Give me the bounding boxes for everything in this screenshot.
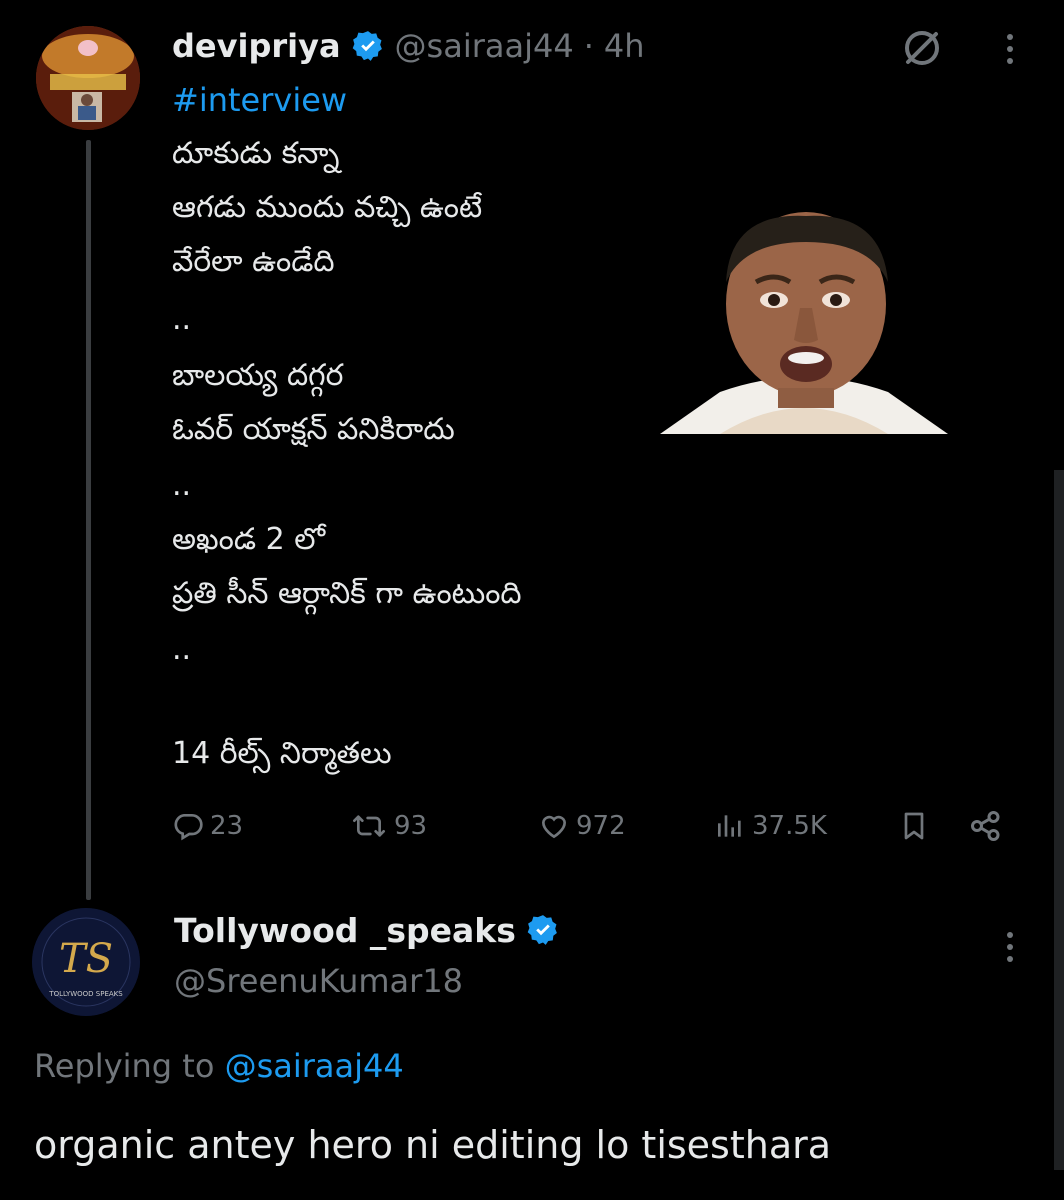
analytics-bars-icon (718, 815, 741, 837)
verified-badge-icon (527, 915, 557, 945)
reply-button[interactable]: 23 (172, 806, 243, 846)
reply-author-handle[interactable]: @SreenuKumar18 (174, 960, 463, 1002)
verified-badge-icon (352, 31, 382, 61)
replying-to-line: Replying to @sairaaj44 (34, 1044, 404, 1088)
grok-slash-icon[interactable] (900, 26, 944, 70)
repost-button[interactable]: 93 (350, 806, 427, 846)
avatar-ring-text: TOLLYWOOD SPEAKS (48, 990, 123, 998)
tweet-text-line: .. (172, 632, 192, 667)
tweet-text-line: ఆగడు ముందు వచ్చి ఉంటే (172, 190, 483, 225)
avatar-image-icon (36, 26, 140, 130)
share-button[interactable] (968, 806, 1004, 846)
like-count: 972 (576, 811, 626, 841)
repost-count: 93 (394, 811, 428, 841)
reply-text: organic antey hero ni editing lo tisesth… (34, 1123, 832, 1167)
scrollbar[interactable] (1054, 470, 1064, 1170)
bookmark-button[interactable] (898, 806, 930, 846)
share-icon (971, 811, 1000, 841)
separator-dot: · (583, 27, 594, 65)
tweet-text-line: బాలయ్య దగ్గర (172, 358, 344, 393)
tweet-text-line: ఓవర్ యాక్షన్ పనికిరాదు (172, 412, 455, 447)
thread-connector-line (86, 140, 91, 900)
more-vertical-icon[interactable] (1006, 34, 1014, 64)
views-button[interactable]: 37.5K (714, 806, 827, 846)
bookmark-icon (904, 812, 924, 840)
tweet-text-line: దూకుడు కన్నా (172, 136, 340, 171)
tweet-text-line: .. (172, 468, 192, 503)
reply-count: 23 (210, 811, 244, 841)
meme-image[interactable] (660, 212, 948, 434)
author-handle[interactable]: @sairaaj44 (395, 27, 574, 65)
more-vertical-icon[interactable] (1006, 932, 1014, 962)
tweet-header: devipriya @sairaaj44 · 4h (172, 24, 645, 68)
tweet-text-line: 14 రీల్స్ నిర్మాతలు (172, 736, 392, 771)
author-name[interactable]: devipriya (172, 27, 341, 65)
heart-icon (541, 815, 567, 839)
reply-author-name[interactable]: Tollywood _speaks (174, 911, 516, 950)
surprised-man-image-icon (660, 212, 948, 434)
replying-to-label: Replying to (34, 1047, 215, 1085)
repost-icon (353, 815, 385, 837)
tweet-text-line: అఖండ 2 లో (172, 522, 326, 557)
tollywood-speaks-logo-icon: TS TOLLYWOOD SPEAKS (32, 908, 140, 1016)
reply-header: Tollywood _speaks (174, 908, 560, 952)
reply-bubble-icon (174, 814, 203, 841)
tweet-text-line: వేరేలా ఉండేది (172, 244, 335, 279)
reply-avatar[interactable]: TS TOLLYWOOD SPEAKS (32, 908, 140, 1016)
tweet-text-line: ప్రతి సీన్ ఆర్గానిక్ గా ఉంటుంది (172, 576, 522, 611)
avatar-logo-text: TS (59, 936, 113, 982)
timestamp[interactable]: 4h (604, 27, 645, 65)
tweet-text-line: .. (172, 302, 192, 337)
like-button[interactable]: 972 (538, 806, 626, 846)
views-count: 37.5K (752, 811, 827, 841)
hashtag-link[interactable]: #interview (172, 80, 347, 120)
replying-to-handle[interactable]: @sairaaj44 (225, 1047, 404, 1085)
avatar[interactable] (36, 26, 140, 130)
